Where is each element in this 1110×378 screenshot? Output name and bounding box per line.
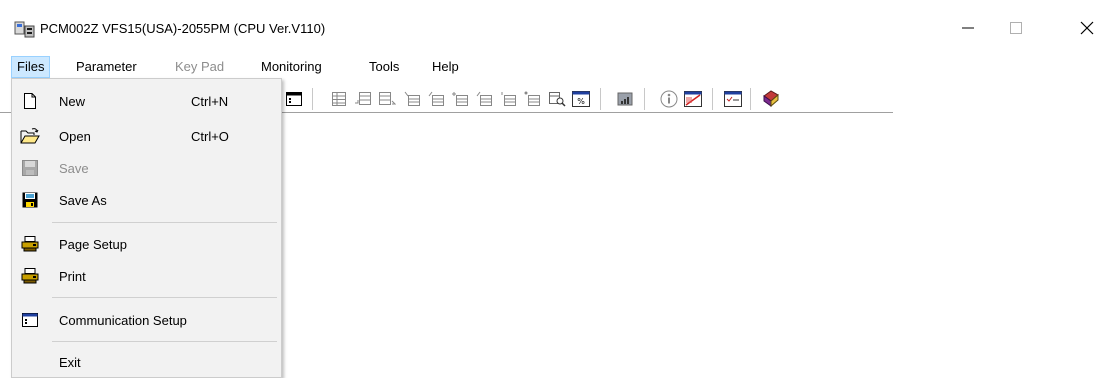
- menu-item-open[interactable]: Open Ctrl+O: [14, 121, 279, 151]
- monitor-toolbar-button[interactable]: [616, 90, 634, 108]
- window-icon: [286, 92, 302, 106]
- window-title: PCM002Z VFS15(USA)-2055PM (CPU Ver.V110): [40, 21, 326, 36]
- table-import-toolbar-button[interactable]: [354, 90, 372, 108]
- menu-item-label: Save: [59, 161, 89, 176]
- parameter-user-toolbar-button[interactable]: [500, 90, 518, 108]
- parameter-search-toolbar-button[interactable]: [548, 90, 566, 108]
- parameter-table-icon: [501, 92, 516, 106]
- menu-item-label: Exit: [59, 355, 81, 370]
- table-import-icon: [355, 92, 371, 105]
- close-button[interactable]: [1064, 8, 1110, 48]
- trace-icon: [684, 91, 702, 107]
- menu-item-label: Print: [59, 269, 86, 284]
- parameter-read-toolbar-button[interactable]: [404, 90, 422, 108]
- percent-icon: %: [572, 91, 590, 107]
- printer-icon: [20, 266, 40, 286]
- menu-item-save[interactable]: Save: [14, 153, 279, 183]
- menu-item-label: New: [59, 94, 86, 109]
- communication-toolbar-button[interactable]: [285, 90, 303, 108]
- menu-item-communication-setup[interactable]: Communication Setup: [14, 305, 279, 335]
- menu-tools[interactable]: Tools: [364, 56, 404, 78]
- menu-help[interactable]: Help: [427, 56, 464, 78]
- book-icon: [763, 90, 779, 108]
- menu-item-save-as[interactable]: Save As: [14, 185, 279, 215]
- menu-files[interactable]: Files: [11, 56, 51, 78]
- percent-toolbar-button[interactable]: %: [572, 90, 590, 108]
- title-bar: PCM002Z VFS15(USA)-2055PM (CPU Ver.V110): [0, 0, 1110, 56]
- checklist-toolbar-button[interactable]: [724, 90, 742, 108]
- parameter-table-icon: [428, 91, 444, 106]
- trace-toolbar-button[interactable]: [684, 90, 702, 108]
- menu-parameter[interactable]: Parameter: [71, 56, 142, 78]
- menu-item-label: Open: [59, 129, 91, 144]
- close-icon: [1080, 21, 1094, 35]
- open-folder-icon: [20, 126, 40, 146]
- parameter-history-toolbar-button[interactable]: [524, 90, 542, 108]
- new-document-icon: [20, 91, 40, 111]
- menu-separator: [52, 297, 277, 298]
- parameter-table-icon: [476, 91, 492, 106]
- menu-item-new[interactable]: New Ctrl+N: [14, 86, 279, 116]
- parameter-table-icon: [524, 91, 540, 106]
- toolbar-separator: [644, 88, 645, 110]
- menu-item-exit[interactable]: Exit: [14, 347, 279, 377]
- menu-separator: [52, 341, 277, 342]
- table-export-icon: [379, 92, 396, 105]
- menu-bar: Files Parameter Key Pad Monitoring Tools…: [0, 56, 1110, 78]
- parameter-table-icon: [404, 91, 420, 106]
- info-toolbar-button[interactable]: [660, 90, 678, 108]
- files-menu: New Ctrl+N Open Ctrl+O Save Save As Page…: [11, 78, 282, 378]
- parameter-init-toolbar-button[interactable]: [476, 90, 494, 108]
- info-icon: [660, 90, 678, 108]
- grid-icon: [332, 92, 346, 106]
- menu-item-print[interactable]: Print: [14, 261, 279, 291]
- table-export-toolbar-button[interactable]: [378, 90, 396, 108]
- menu-item-shortcut: Ctrl+O: [191, 129, 229, 144]
- menu-item-page-setup[interactable]: Page Setup: [14, 229, 279, 259]
- grid-toolbar-button[interactable]: [330, 90, 348, 108]
- maximize-button[interactable]: [993, 8, 1039, 48]
- parameter-compare-toolbar-button[interactable]: [452, 90, 470, 108]
- menu-keypad[interactable]: Key Pad: [170, 56, 229, 78]
- minimize-icon: [962, 27, 974, 29]
- svg-text:%: %: [577, 97, 585, 106]
- menu-item-label: Page Setup: [59, 237, 127, 252]
- menu-item-shortcut: Ctrl+N: [191, 94, 229, 109]
- menu-separator: [52, 222, 277, 223]
- parameter-write-toolbar-button[interactable]: [428, 90, 446, 108]
- toolbar-separator: [600, 88, 601, 110]
- menu-monitoring[interactable]: Monitoring: [256, 56, 327, 78]
- toolbar-separator: [312, 88, 313, 110]
- help-book-toolbar-button[interactable]: [762, 90, 780, 108]
- communication-setup-icon: [20, 310, 40, 330]
- search-table-icon: [549, 92, 566, 107]
- parameter-table-icon: [452, 92, 468, 106]
- page-setup-icon: [20, 234, 40, 254]
- save-as-icon: [20, 190, 40, 210]
- maximize-icon: [1010, 22, 1022, 34]
- checklist-icon: [724, 91, 742, 107]
- toolbar-separator: [712, 88, 713, 110]
- toolbar-separator: [750, 88, 751, 110]
- app-icon[interactable]: [14, 20, 36, 38]
- save-icon: [20, 158, 40, 178]
- menu-item-label: Communication Setup: [59, 313, 187, 328]
- minimize-button[interactable]: [945, 8, 991, 48]
- menu-item-label: Save As: [59, 193, 107, 208]
- monitor-icon: [617, 92, 633, 106]
